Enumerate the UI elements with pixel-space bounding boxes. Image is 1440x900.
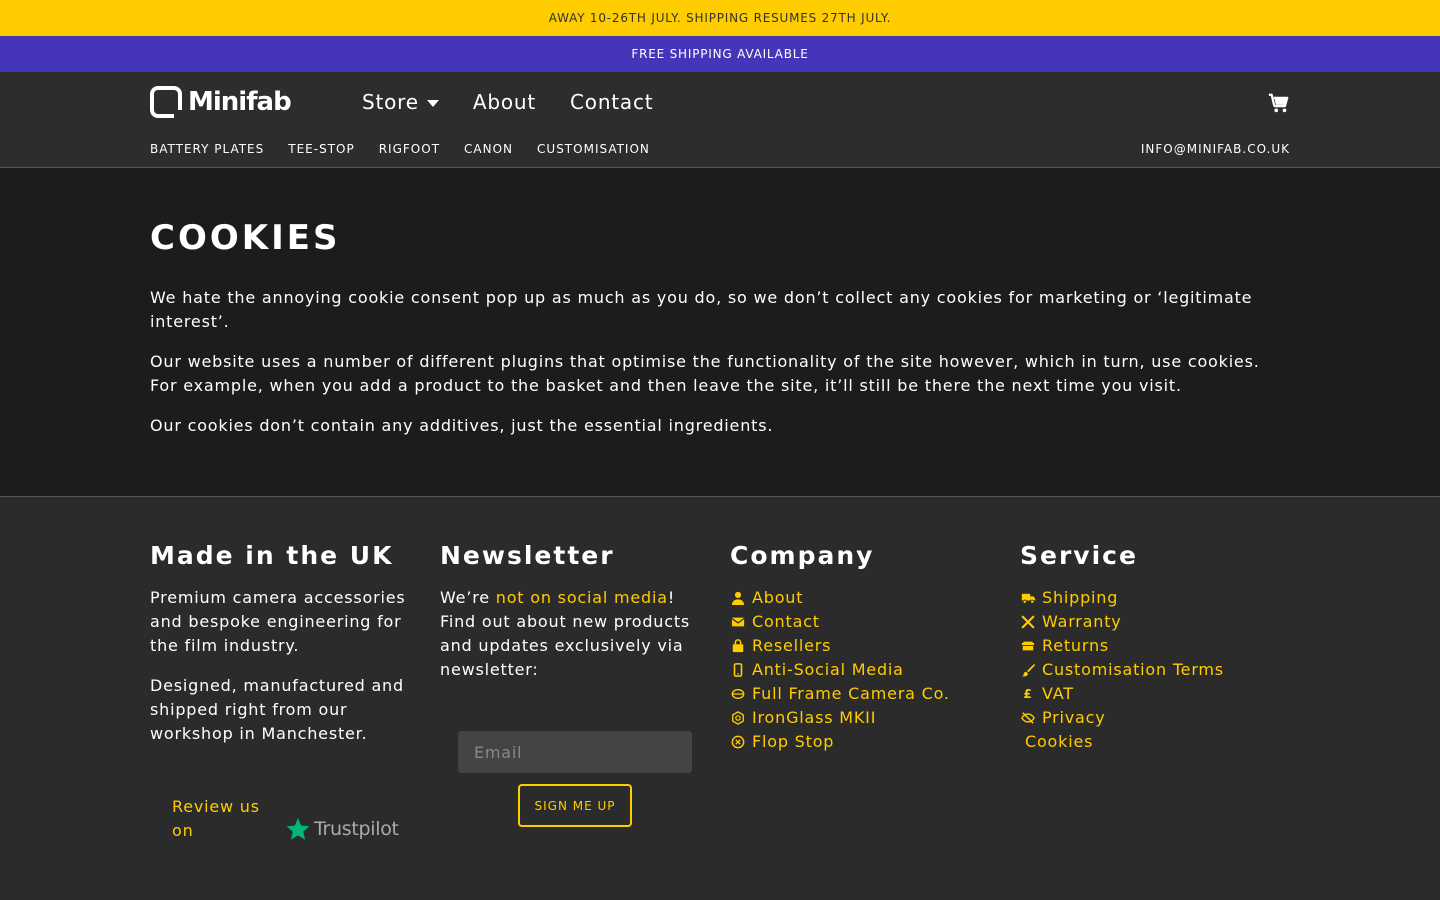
- sign-me-up-button[interactable]: SIGN ME UP: [518, 784, 632, 827]
- content-paragraph: Our cookies don’t contain any additives,…: [150, 416, 774, 435]
- subnav-tee-stop[interactable]: TEE-STOP: [288, 142, 354, 156]
- shipping-banner-text: FREE SHIPPING AVAILABLE: [631, 47, 809, 61]
- footer-link-full-frame-camera[interactable]: Full Frame Camera Co.: [730, 682, 1000, 706]
- announcement-banner: AWAY 10-26TH JULY. SHIPPING RESUMES 27TH…: [0, 0, 1440, 36]
- trustpilot-star-icon: [286, 818, 310, 840]
- cart-button[interactable]: [1268, 92, 1290, 114]
- footer-link-customisation-terms[interactable]: Customisation Terms: [1020, 658, 1290, 682]
- footer-link-ironglass[interactable]: IronGlass MKII: [730, 706, 1000, 730]
- footer-link-label: Full Frame Camera Co.: [752, 684, 950, 703]
- footer-link-contact[interactable]: Contact: [730, 610, 1000, 634]
- page-title: COOKIES: [150, 218, 341, 258]
- trustpilot-text: Trustpilot: [314, 818, 399, 840]
- footer-link-warranty[interactable]: Warranty: [1020, 610, 1290, 634]
- content-paragraph: We hate the annoying cookie consent pop …: [150, 288, 1253, 331]
- nav-about-label: About: [472, 90, 537, 114]
- footer-link-anti-social-media[interactable]: Anti-Social Media: [730, 658, 1000, 682]
- subnav-rigfoot[interactable]: RIGFOOT: [379, 142, 440, 156]
- newsletter-email-input[interactable]: [458, 731, 692, 773]
- footer-uk-text: Designed, manufactured and shipped right…: [150, 676, 404, 743]
- brush-icon: [1020, 662, 1036, 678]
- footer-link-label: Anti-Social Media: [752, 660, 904, 679]
- newsletter-text: We’re not on social media! Find out abou…: [440, 586, 700, 682]
- film-icon: [730, 686, 746, 702]
- subnav-canon[interactable]: CANON: [464, 142, 513, 156]
- nav-about[interactable]: About: [473, 90, 536, 114]
- footer-link-label: Cookies: [1025, 732, 1094, 751]
- footer-link-label: Customisation Terms: [1042, 660, 1224, 679]
- site-logo[interactable]: Minifab: [150, 86, 292, 120]
- lens-icon: [730, 710, 746, 726]
- main-content: COOKIES We hate the annoying cookie cons…: [0, 168, 1440, 497]
- footer-link-label: IronGlass MKII: [752, 708, 877, 727]
- announcement-text: AWAY 10-26TH JULY. SHIPPING RESUMES 27TH…: [548, 11, 892, 25]
- footer-link-resellers[interactable]: Resellers: [730, 634, 1000, 658]
- chevron-down-icon: [426, 99, 439, 107]
- site-footer: Made in the UK Premium camera accessorie…: [0, 497, 1440, 900]
- box-icon: [1020, 638, 1036, 654]
- user-icon: [730, 590, 746, 606]
- eye-slash-icon: [1020, 710, 1036, 726]
- phone-icon: [730, 662, 746, 678]
- footer-link-label: Contact: [752, 612, 820, 631]
- review-link[interactable]: Review us on: [172, 795, 272, 843]
- footer-company-column: Company About Contact Resellers Anti-Soc…: [730, 541, 1000, 754]
- footer-uk-text: Premium camera accessories and bespoke e…: [150, 588, 406, 655]
- pound-icon: £: [1023, 687, 1033, 701]
- subnav-battery-plates[interactable]: BATTERY PLATES: [150, 142, 264, 156]
- logo-text: Minifab: [188, 87, 292, 117]
- footer-link-privacy[interactable]: Privacy: [1020, 706, 1290, 730]
- footer-uk-heading: Made in the UK: [150, 541, 394, 570]
- category-nav: BATTERY PLATES TEE-STOP RIGFOOT CANON CU…: [150, 142, 650, 156]
- footer-link-shipping[interactable]: Shipping: [1020, 586, 1290, 610]
- logo-mark-icon: [150, 86, 184, 120]
- footer-link-label: Warranty: [1042, 612, 1122, 631]
- main-nav: Store About Contact: [362, 90, 653, 114]
- bag-icon: [730, 638, 746, 654]
- footer-link-label: Flop Stop: [752, 732, 835, 751]
- newsletter-text-pre: We’re: [440, 588, 496, 607]
- content-paragraph: Our website uses a number of different p…: [150, 352, 1260, 395]
- footer-link-label: About: [752, 588, 804, 607]
- footer-link-flop-stop[interactable]: Flop Stop: [730, 730, 1000, 754]
- cart-icon: [1268, 93, 1289, 113]
- subnav-customisation[interactable]: CUSTOMISATION: [537, 142, 650, 156]
- tools-icon: [1020, 614, 1036, 630]
- nav-store[interactable]: Store: [362, 90, 439, 114]
- shipping-banner: FREE SHIPPING AVAILABLE: [0, 36, 1440, 72]
- footer-link-label: VAT: [1042, 684, 1074, 703]
- nav-contact-label: Contact: [570, 90, 654, 114]
- not-on-social-media-link[interactable]: not on social media: [496, 588, 668, 607]
- nav-store-label: Store: [362, 90, 419, 114]
- footer-uk-column: Made in the UK Premium camera accessorie…: [150, 541, 420, 762]
- footer-link-about[interactable]: About: [730, 586, 1000, 610]
- envelope-icon: [730, 614, 746, 630]
- footer-link-vat[interactable]: £ VAT: [1020, 682, 1290, 706]
- company-heading: Company: [730, 541, 875, 570]
- trustpilot-link[interactable]: Trustpilot: [286, 817, 399, 841]
- footer-link-label: Privacy: [1042, 708, 1106, 727]
- service-links: Shipping Warranty Returns Customisation …: [1020, 586, 1290, 754]
- nav-contact[interactable]: Contact: [570, 90, 653, 114]
- footer-link-label: Returns: [1042, 636, 1110, 655]
- header-email-link[interactable]: INFO@MINIFAB.CO.UK: [1141, 142, 1290, 156]
- footer-link-cookies[interactable]: Cookies: [1020, 730, 1290, 754]
- footer-link-label: Shipping: [1042, 588, 1119, 607]
- footer-link-label: Resellers: [752, 636, 832, 655]
- footer-newsletter-column: Newsletter We’re not on social media! Fi…: [440, 541, 710, 698]
- footer-service-column: Service Shipping Warranty Returns Custom…: [1020, 541, 1290, 754]
- site-header: Minifab Store About Contact BATTERY PLAT…: [0, 72, 1440, 168]
- footer-link-returns[interactable]: Returns: [1020, 634, 1290, 658]
- service-heading: Service: [1020, 541, 1138, 570]
- newsletter-heading: Newsletter: [440, 541, 615, 570]
- truck-icon: [1020, 590, 1036, 606]
- circle-x-icon: [730, 734, 746, 750]
- company-links: About Contact Resellers Anti-Social Medi…: [730, 586, 1000, 754]
